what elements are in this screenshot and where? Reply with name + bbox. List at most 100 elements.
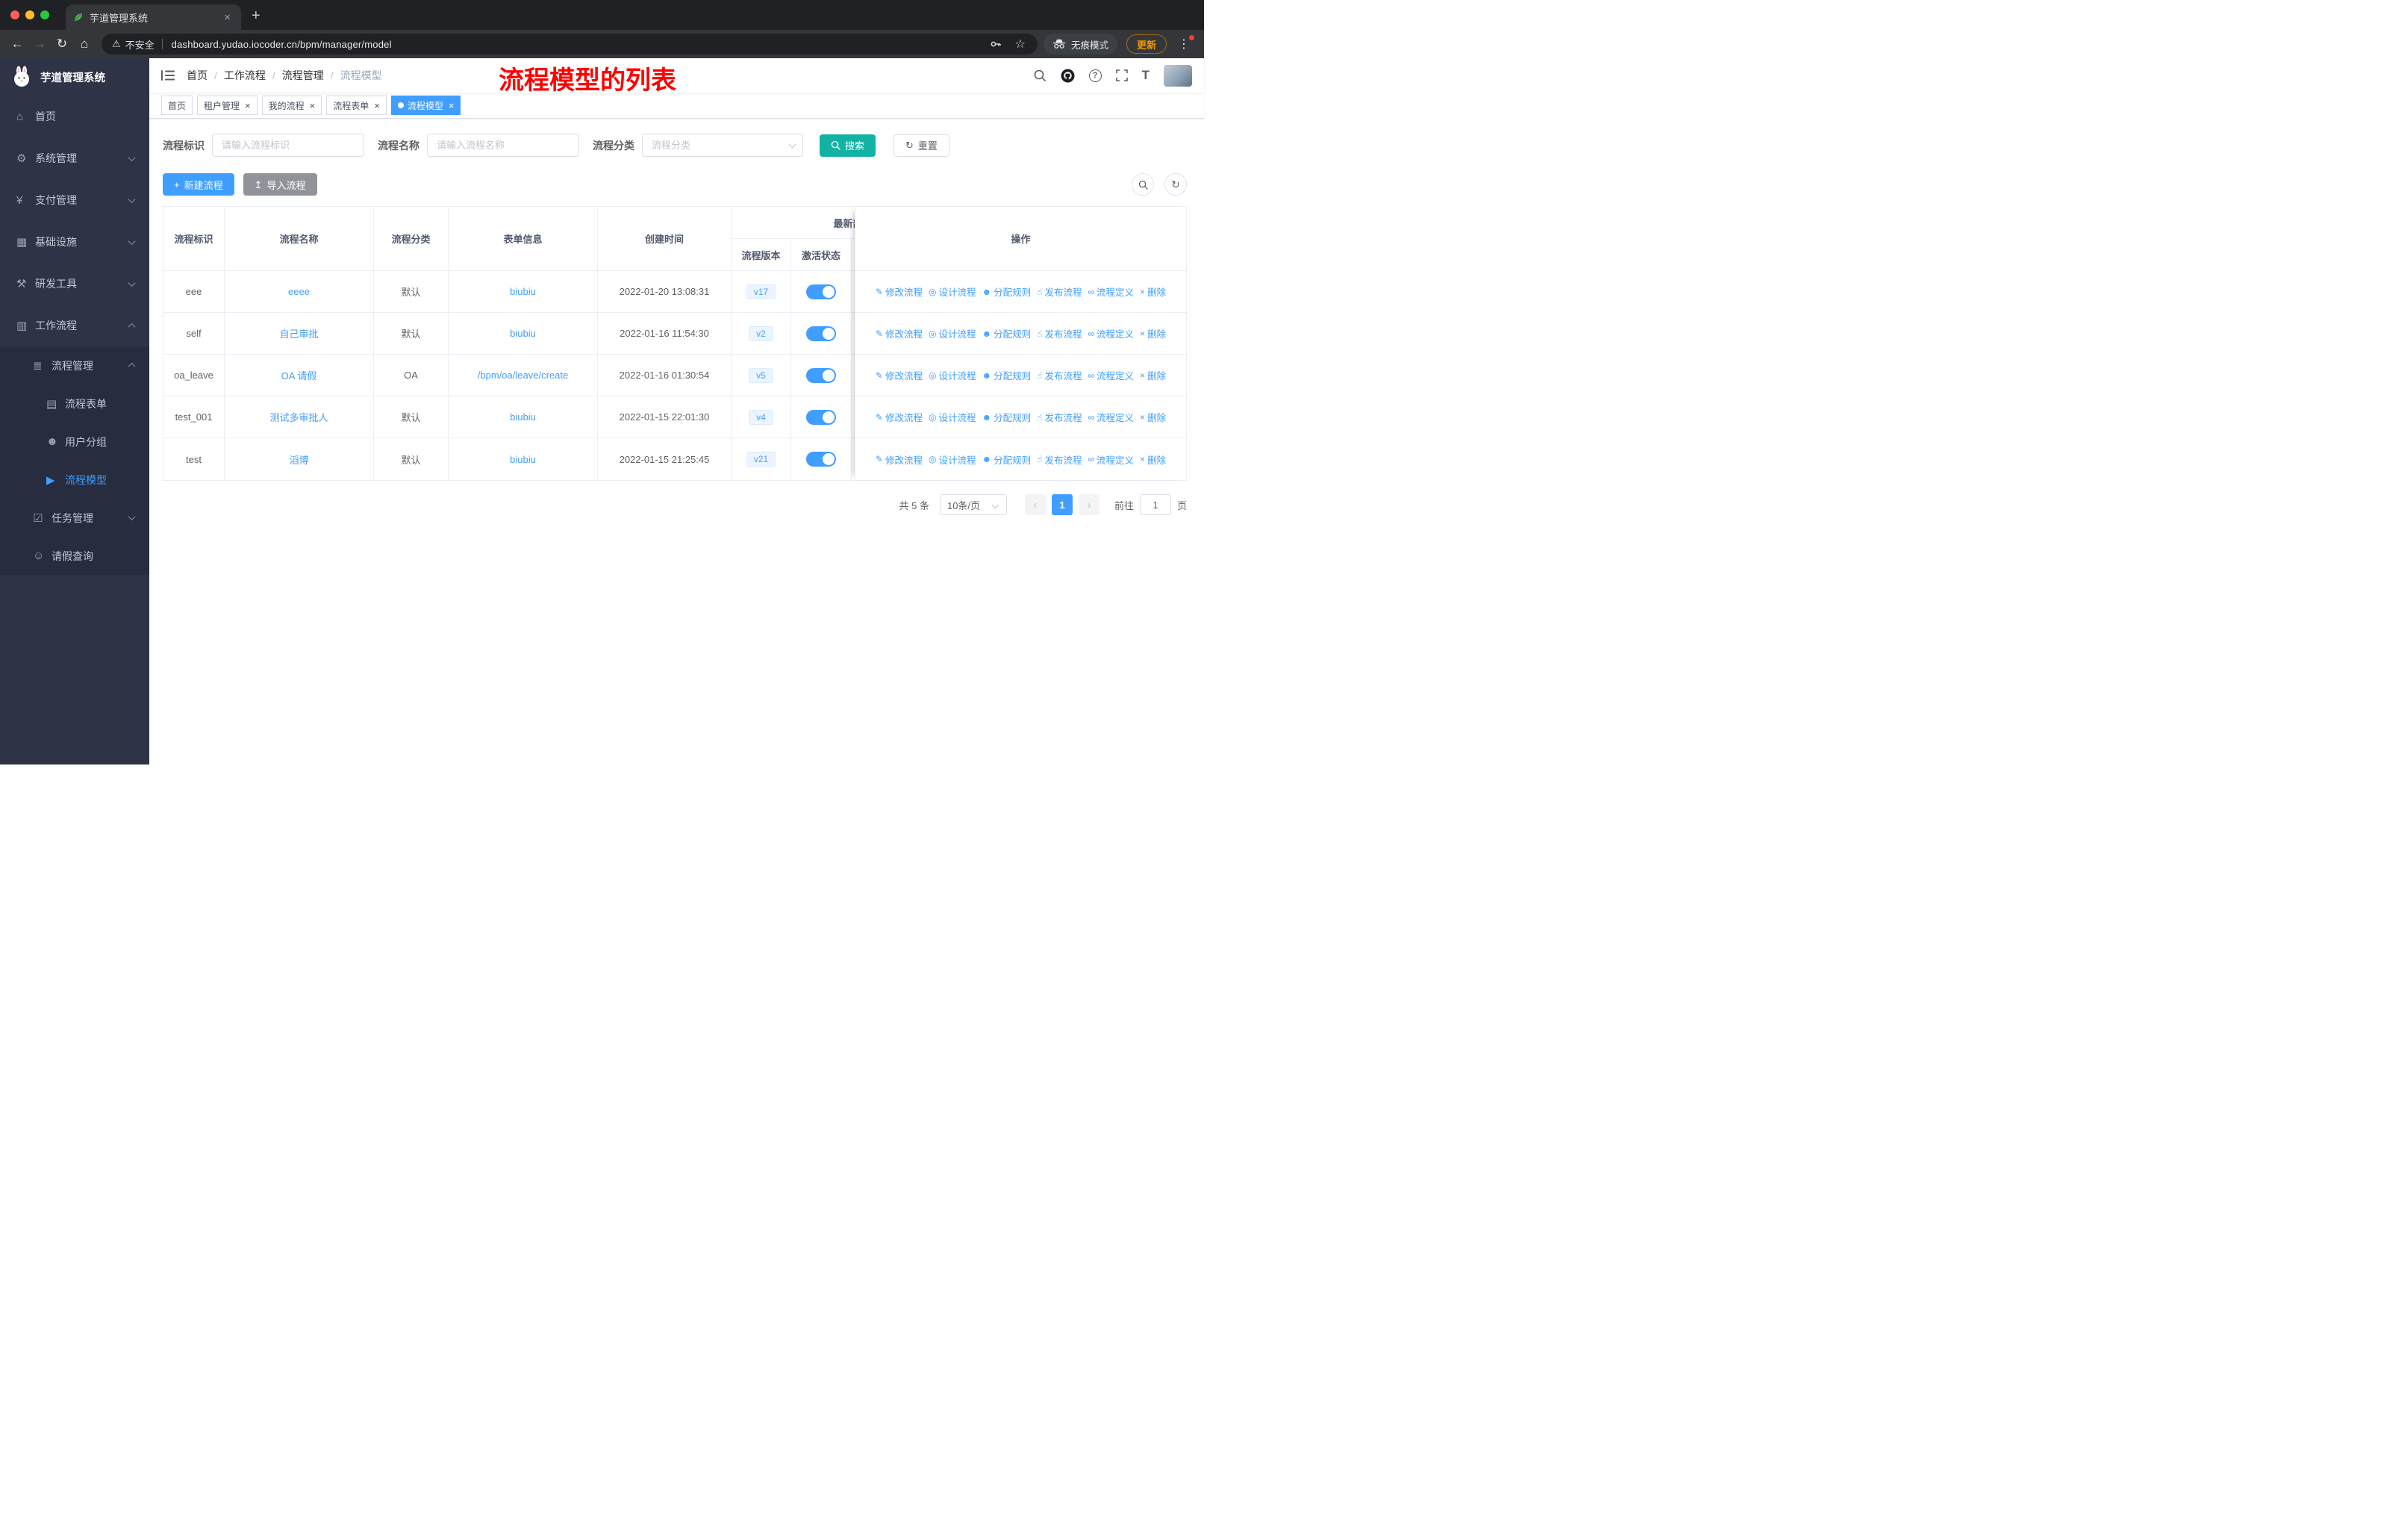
close-icon[interactable]: × [449, 101, 455, 110]
browser-tab[interactable]: 芋道管理系统 × [66, 4, 241, 30]
prev-page-button[interactable]: ‹ [1024, 494, 1046, 515]
minimize-window-button[interactable] [25, 10, 34, 19]
search-icon[interactable] [1033, 69, 1047, 82]
publish-process-link[interactable]: ☝ 发布流程 [1037, 410, 1082, 424]
tag-home[interactable]: 首页 [161, 96, 193, 115]
browser-menu-icon[interactable]: ⋮ [1174, 35, 1194, 52]
tag-process-model[interactable]: 流程模型 × [390, 96, 461, 115]
active-toggle[interactable] [806, 409, 836, 425]
close-icon[interactable]: × [245, 101, 251, 110]
tag-tenant[interactable]: 租户管理 × [197, 96, 258, 115]
font-size-icon[interactable]: T [1142, 68, 1150, 83]
publish-process-link[interactable]: ☝ 发布流程 [1037, 326, 1082, 340]
process-name-link[interactable]: 滔博 [289, 452, 308, 467]
user-avatar[interactable] [1164, 64, 1192, 87]
edit-process-link[interactable]: ✎ 修改流程 [876, 284, 923, 299]
active-toggle[interactable] [806, 326, 836, 341]
edit-process-link[interactable]: ✎ 修改流程 [876, 452, 923, 467]
delete-link[interactable]: × 删除 [1140, 284, 1166, 299]
design-process-link[interactable]: ◎ 设计流程 [929, 452, 976, 467]
assign-rule-link[interactable]: ☻ 分配规则 [982, 410, 1031, 424]
breadcrumb-home[interactable]: 首页 [187, 68, 208, 83]
sidebar-item-infrastructure[interactable]: ▦ 基础设施 [0, 221, 149, 263]
sidebar-item-leave-query[interactable]: ☺ 请假查询 [0, 537, 149, 575]
github-icon[interactable] [1061, 69, 1075, 83]
maximize-window-button[interactable] [40, 10, 49, 19]
category-select[interactable] [642, 134, 803, 157]
design-process-link[interactable]: ◎ 设计流程 [929, 410, 976, 424]
form-info-link[interactable]: biubiu [510, 286, 536, 297]
home-button[interactable]: ⌂ [73, 33, 96, 55]
assign-rule-link[interactable]: ☻ 分配规则 [982, 326, 1031, 340]
edit-process-link[interactable]: ✎ 修改流程 [876, 368, 923, 382]
page-1-button[interactable]: 1 [1051, 494, 1073, 515]
process-name-link[interactable]: OA 请假 [281, 368, 317, 382]
process-id-input[interactable] [212, 134, 364, 157]
sidebar-item-user-group[interactable]: ☻ 用户分组 [0, 423, 149, 461]
delete-link[interactable]: × 删除 [1140, 368, 1166, 382]
edit-process-link[interactable]: ✎ 修改流程 [876, 326, 923, 340]
sidebar-item-home[interactable]: ⌂ 首页 [0, 96, 149, 137]
next-page-button[interactable]: › [1078, 494, 1099, 515]
active-toggle[interactable] [806, 367, 836, 383]
process-definition-link[interactable]: ∞ 流程定义 [1088, 368, 1134, 382]
hamburger-icon[interactable] [161, 69, 175, 81]
edit-process-link[interactable]: ✎ 修改流程 [876, 410, 923, 424]
tag-process-form[interactable]: 流程表单 × [326, 96, 387, 115]
sidebar-item-system[interactable]: ⚙ 系统管理 [0, 137, 149, 179]
close-window-button[interactable] [10, 10, 19, 19]
sidebar-item-process-mgmt[interactable]: ≣ 流程管理 [0, 346, 149, 384]
reload-button[interactable]: ↻ [51, 33, 73, 55]
sidebar-item-process-model[interactable]: ▶ 流程模型 [0, 461, 149, 499]
design-process-link[interactable]: ◎ 设计流程 [929, 368, 976, 382]
publish-process-link[interactable]: ☝ 发布流程 [1037, 452, 1082, 467]
delete-link[interactable]: × 删除 [1140, 452, 1166, 467]
design-process-link[interactable]: ◎ 设计流程 [929, 326, 976, 340]
process-definition-link[interactable]: ∞ 流程定义 [1088, 452, 1134, 467]
tab-close-icon[interactable]: × [221, 11, 234, 24]
process-definition-link[interactable]: ∞ 流程定义 [1088, 284, 1134, 299]
process-definition-link[interactable]: ∞ 流程定义 [1088, 410, 1134, 424]
assign-rule-link[interactable]: ☻ 分配规则 [982, 452, 1031, 467]
sidebar-item-payment[interactable]: ¥ 支付管理 [0, 179, 149, 221]
form-info-link[interactable]: biubiu [510, 328, 536, 339]
publish-process-link[interactable]: ☝ 发布流程 [1037, 368, 1082, 382]
toggle-search-button[interactable] [1132, 173, 1154, 196]
publish-process-link[interactable]: ☝ 发布流程 [1037, 284, 1082, 299]
search-button[interactable]: 搜索 [820, 134, 876, 157]
create-process-button[interactable]: + 新建流程 [163, 173, 234, 196]
sidebar-item-task-mgmt[interactable]: ☑ 任务管理 [0, 499, 149, 537]
security-label[interactable]: 不安全 [125, 37, 155, 52]
delete-link[interactable]: × 删除 [1140, 326, 1166, 340]
bookmark-star-icon[interactable]: ☆ [1015, 37, 1026, 52]
active-toggle[interactable] [806, 284, 836, 299]
process-name-input[interactable] [427, 134, 579, 157]
forward-button[interactable]: → [28, 33, 51, 55]
refresh-table-button[interactable]: ↻ [1164, 173, 1187, 196]
assign-rule-link[interactable]: ☻ 分配规则 [982, 284, 1031, 299]
key-icon[interactable] [990, 38, 1002, 50]
breadcrumb-workflow[interactable]: 工作流程 [224, 68, 266, 83]
url-text[interactable]: dashboard.yudao.iocoder.cn/bpm/manager/m… [172, 39, 984, 50]
process-name-link[interactable]: 自己审批 [279, 326, 318, 340]
sidebar-item-workflow[interactable]: ▥ 工作流程 [0, 305, 149, 346]
sidebar-logo[interactable]: 芋道管理系统 [0, 58, 149, 96]
sidebar-item-dev-tools[interactable]: ⚒ 研发工具 [0, 263, 149, 305]
form-info-link[interactable]: biubiu [510, 454, 536, 465]
tag-my-process[interactable]: 我的流程 × [261, 96, 322, 115]
breadcrumb-process-mgmt[interactable]: 流程管理 [282, 68, 324, 83]
new-tab-button[interactable]: + [252, 7, 261, 25]
process-definition-link[interactable]: ∞ 流程定义 [1088, 326, 1134, 340]
design-process-link[interactable]: ◎ 设计流程 [929, 284, 976, 299]
process-name-link[interactable]: 测试多审批人 [269, 410, 328, 424]
import-process-button[interactable]: ↥ 导入流程 [243, 173, 317, 196]
close-icon[interactable]: × [310, 101, 316, 110]
address-bar[interactable]: ⚠ 不安全 dashboard.yudao.iocoder.cn/bpm/man… [102, 34, 1038, 55]
close-icon[interactable]: × [374, 101, 380, 110]
active-toggle[interactable] [806, 452, 836, 467]
back-button[interactable]: ← [6, 33, 28, 55]
sidebar-item-process-form[interactable]: ▤ 流程表单 [0, 384, 149, 423]
reset-button[interactable]: ↻ 重置 [893, 134, 949, 157]
update-button[interactable]: 更新 [1126, 34, 1167, 54]
form-info-link[interactable]: biubiu [510, 411, 536, 423]
